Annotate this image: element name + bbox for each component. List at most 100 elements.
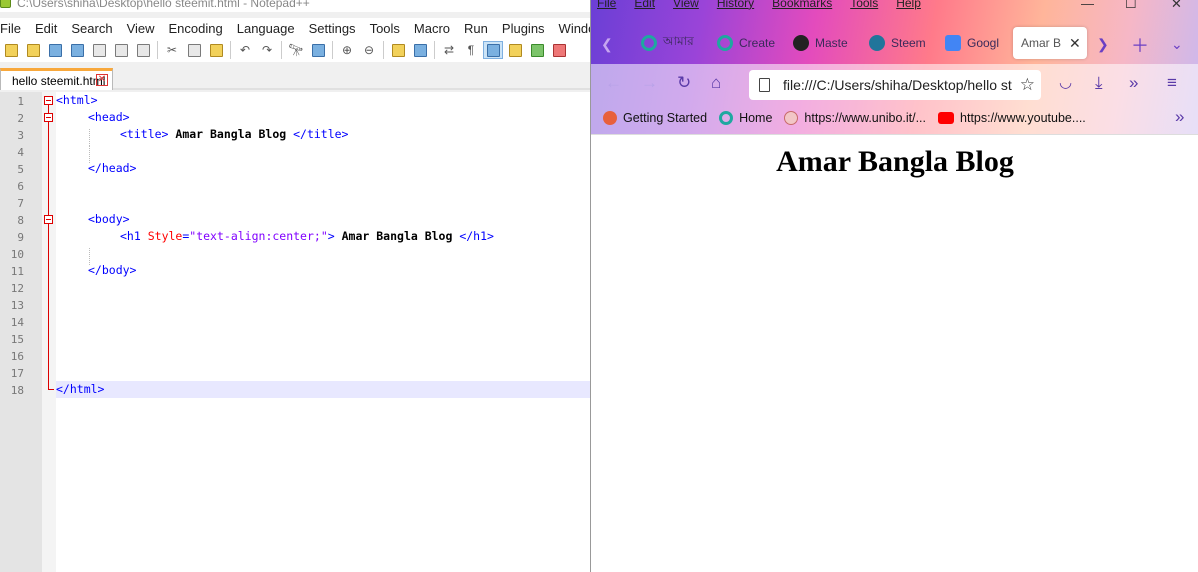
close-tab-icon[interactable]: ✕ xyxy=(1069,35,1081,52)
menu-tools[interactable]: Tools xyxy=(363,21,407,36)
zoom-in-icon[interactable]: ⊕ xyxy=(338,42,356,58)
menu-language[interactable]: Language xyxy=(230,21,302,36)
menu-encoding[interactable]: Encoding xyxy=(162,21,230,36)
line-number: 1 xyxy=(17,95,24,108)
menu-search[interactable]: Search xyxy=(64,21,119,36)
scroll-tabs-right-icon[interactable]: ❯ xyxy=(1097,36,1109,53)
find-icon[interactable]: 🔭︎ xyxy=(287,42,305,58)
redo-icon[interactable]: ↷ xyxy=(258,42,276,58)
downloads-icon[interactable]: ⤓ xyxy=(1095,74,1103,92)
browser-tab-label: Steem xyxy=(891,36,926,50)
close-window-icon[interactable]: ✕ xyxy=(1171,0,1182,12)
menu-macro[interactable]: Macro xyxy=(407,21,457,36)
title-close-tag: </title> xyxy=(293,127,349,141)
zoom-out-icon[interactable]: ⊖ xyxy=(360,42,378,58)
sync-vertical-icon[interactable] xyxy=(389,42,407,58)
ff-menu-file[interactable]: File xyxy=(597,0,616,10)
bookmark-star-icon[interactable]: ☆ xyxy=(1020,75,1035,95)
scroll-tabs-left-icon[interactable]: ❮ xyxy=(601,36,613,53)
fold-toggle-icon[interactable] xyxy=(44,113,53,122)
ff-menu-bookmarks[interactable]: Bookmarks xyxy=(772,0,832,10)
browser-tab[interactable]: Create xyxy=(717,27,777,59)
menu-settings[interactable]: Settings xyxy=(302,21,363,36)
bookmark-item[interactable]: https://www.unibo.it/... xyxy=(784,111,926,125)
maximize-icon[interactable]: ☐ xyxy=(1125,0,1137,12)
menu-plugins[interactable]: Plugins xyxy=(495,21,552,36)
new-tab-icon[interactable]: ＋ xyxy=(1131,32,1149,58)
ff-menu-help[interactable]: Help xyxy=(896,0,921,10)
menu-run[interactable]: Run xyxy=(457,21,495,36)
bookmark-item[interactable]: Home xyxy=(719,111,772,125)
browser-tab-active[interactable]: Amar B ✕ xyxy=(1013,27,1087,59)
minimize-icon[interactable]: — xyxy=(1081,0,1094,11)
browser-tab[interactable]: Steem xyxy=(869,27,929,59)
list-all-tabs-icon[interactable]: ⌄ xyxy=(1171,36,1183,53)
word-wrap-icon[interactable]: ⇄ xyxy=(440,42,458,58)
save-icon[interactable] xyxy=(46,42,64,58)
more-tools-icon[interactable]: » xyxy=(1129,74,1138,92)
menu-view[interactable]: View xyxy=(120,21,162,36)
youtube-icon xyxy=(938,112,955,124)
code-editor[interactable]: 1 2 3 4 5 6 7 8 9 10 11 12 13 14 15 16 1… xyxy=(0,92,590,572)
cut-icon[interactable]: ✂ xyxy=(163,42,181,58)
notepadpp-titlebar: C:\Users\shiha\Desktop\hello steemit.htm… xyxy=(0,0,590,12)
browser-tab[interactable]: Maste xyxy=(793,27,853,59)
menu-edit[interactable]: Edit xyxy=(28,21,64,36)
ff-menu-view[interactable]: View xyxy=(673,0,699,10)
home-icon[interactable]: ⌂ xyxy=(711,74,721,92)
function-list-icon[interactable] xyxy=(550,42,568,58)
h1-text: Amar Bangla Blog xyxy=(334,229,460,243)
line-number: 5 xyxy=(17,163,24,176)
h1-open-tag: <h1 xyxy=(120,229,141,243)
copy-icon[interactable] xyxy=(185,42,203,58)
bookmark-item[interactable]: https://www.youtube.... xyxy=(938,111,1086,125)
fold-toggle-icon[interactable] xyxy=(44,96,53,105)
line-number: 3 xyxy=(17,129,24,142)
replace-icon[interactable] xyxy=(309,42,327,58)
bookmarks-overflow-icon[interactable]: » xyxy=(1175,108,1184,126)
line-number: 15 xyxy=(10,333,24,346)
forward-icon[interactable]: → xyxy=(641,74,658,92)
address-bar[interactable]: file:///C:/Users/shiha/Desktop/hello st … xyxy=(749,70,1041,100)
save-all-icon[interactable] xyxy=(68,42,86,58)
close-file-icon[interactable] xyxy=(90,42,108,58)
close-all-icon[interactable] xyxy=(112,42,130,58)
browser-tab-label: Maste xyxy=(815,36,848,50)
show-all-characters-icon[interactable]: ¶ xyxy=(462,42,480,58)
document-map-icon[interactable] xyxy=(528,42,546,58)
sync-horizontal-icon[interactable] xyxy=(411,42,429,58)
app-menu-icon[interactable]: ≡ xyxy=(1167,74,1177,92)
print-icon[interactable] xyxy=(134,42,152,58)
firefox-navbar: ← → ↻ ⌂ file:///C:/Users/shiha/Desktop/h… xyxy=(591,66,1198,102)
user-language-icon[interactable] xyxy=(506,42,524,58)
code-line-9: <h1 Style="text-align:center;"> Amar Ban… xyxy=(120,228,494,245)
back-icon[interactable]: ← xyxy=(605,74,622,92)
toolbar-separator xyxy=(157,41,158,59)
new-file-icon[interactable] xyxy=(2,42,20,58)
reload-icon[interactable]: ↻ xyxy=(677,74,691,92)
ff-menu-edit[interactable]: Edit xyxy=(634,0,655,10)
menu-file[interactable]: File xyxy=(0,21,28,36)
file-tab-hello-steemit[interactable]: hello steemit.html ✕ xyxy=(0,68,113,90)
notepadpp-menubar: File Edit Search View Encoding Language … xyxy=(0,18,590,38)
code-line-5: </head> xyxy=(88,160,136,177)
pocket-icon[interactable]: ◡ xyxy=(1059,74,1072,92)
browser-tab[interactable]: আমার xyxy=(641,27,701,59)
bookmark-item[interactable]: Getting Started xyxy=(603,111,707,125)
line-number: 9 xyxy=(17,231,24,244)
open-file-icon[interactable] xyxy=(24,42,42,58)
line-number: 12 xyxy=(10,282,24,295)
undo-icon[interactable]: ↶ xyxy=(236,42,254,58)
ff-menu-tools[interactable]: Tools xyxy=(850,0,878,10)
html-open-tag: <html> xyxy=(56,93,98,107)
ff-menu-history[interactable]: History xyxy=(717,0,754,10)
fold-toggle-icon[interactable] xyxy=(44,215,53,224)
close-tab-icon[interactable]: ✕ xyxy=(96,74,108,86)
unibo-seal-icon xyxy=(784,111,799,125)
paste-icon[interactable] xyxy=(207,42,225,58)
indent-guide-icon[interactable] xyxy=(483,41,503,59)
menu-window[interactable]: Window xyxy=(552,21,590,36)
browser-tab[interactable]: Googl xyxy=(945,27,1005,59)
code-line-8: <body> xyxy=(88,211,130,228)
html-close-tag: </html> xyxy=(56,382,105,396)
